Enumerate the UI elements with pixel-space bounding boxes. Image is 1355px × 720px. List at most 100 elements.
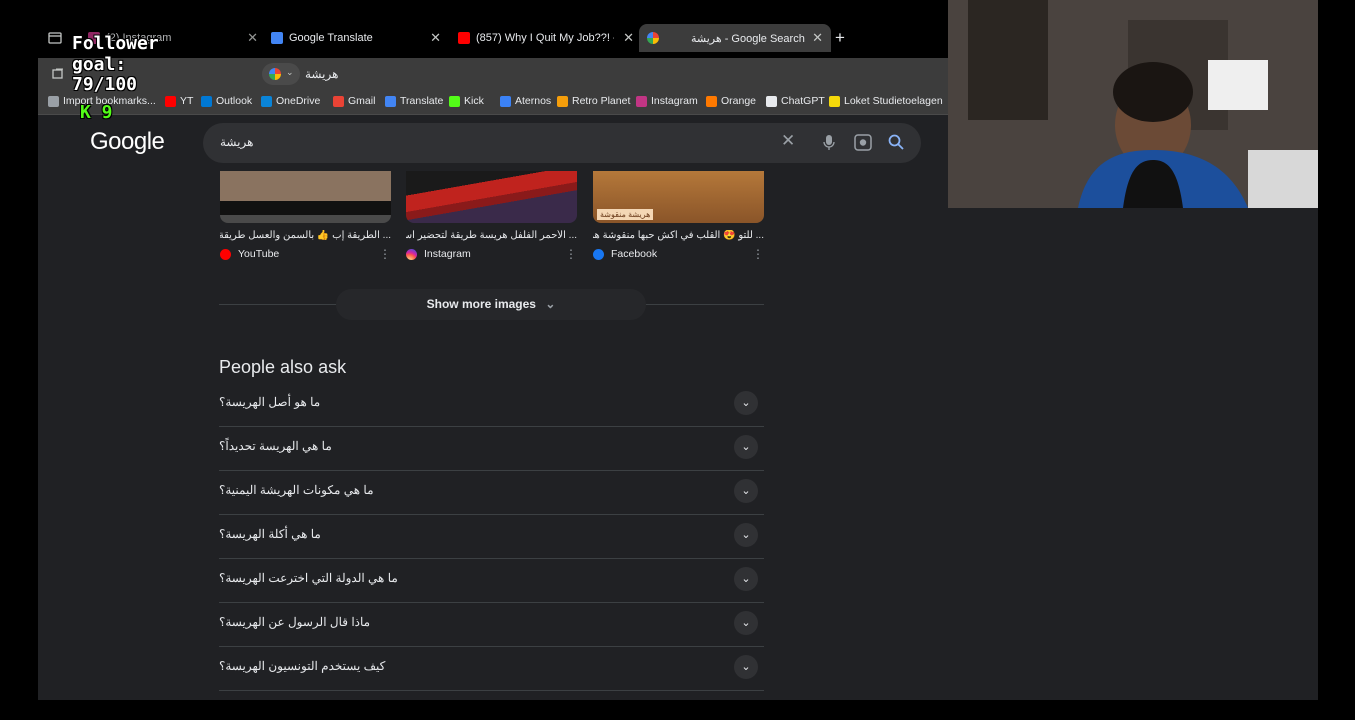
webcam-image	[948, 0, 1318, 208]
search-engine-chip[interactable]: ⌄	[262, 63, 300, 85]
google-icon	[269, 68, 281, 80]
bookmark-item[interactable]: Orange	[706, 95, 756, 107]
paa-question-row[interactable]: ما هي الدولة التي اخترعت الهريسة؟ ⌄	[219, 558, 764, 603]
bookmark-icon	[706, 95, 717, 107]
chevron-down-icon[interactable]: ⌄	[734, 435, 758, 459]
image-caption[interactable]: ... الأحمر الفلفل هريسة طريقة لتحضير أسر…	[406, 230, 577, 241]
bookmark-label: YT	[180, 95, 194, 107]
image-source: Facebook	[611, 248, 658, 260]
chevron-down-icon[interactable]: ⌄	[734, 567, 758, 591]
image-result[interactable]: ... الطريقة إب 👍 بالسمن والعسل طريقة هري…	[220, 171, 391, 261]
tab-label: هريشة - Google Search	[691, 32, 805, 45]
bookmark-item[interactable]: Gmail	[333, 95, 375, 107]
bookmark-icon	[333, 95, 344, 107]
paa-question: ماذا قال الرسول عن الهريسة؟	[219, 615, 371, 629]
bookmark-icon	[385, 95, 396, 107]
image-caption[interactable]: ... الطريقة إب 👍 بالسمن والعسل طريقة هري…	[220, 230, 391, 241]
bookmark-icon	[766, 95, 777, 107]
bookmark-item[interactable]: Instagram	[636, 95, 698, 107]
google-logo[interactable]: Google	[90, 128, 165, 156]
tab-google-search[interactable]: هريشة - Google Search ✕	[639, 24, 831, 52]
bookmark-icon	[165, 95, 176, 107]
address-input[interactable]: هريشة	[305, 67, 338, 81]
youtube-icon	[458, 32, 470, 44]
image-thumbnail[interactable]	[220, 171, 391, 223]
close-icon[interactable]: ✕	[812, 30, 823, 46]
search-icon[interactable]	[888, 134, 904, 150]
paa-question-row[interactable]: ماذا قال الرسول عن الهريسة؟ ⌄	[219, 602, 764, 647]
bookmark-item[interactable]: ChatGPT	[766, 95, 825, 107]
show-more-images-button[interactable]: Show more images ⌄	[336, 289, 646, 320]
bookmark-label: Kick	[464, 95, 484, 107]
facebook-icon	[593, 248, 604, 260]
bookmark-item[interactable]: OneDrive	[261, 95, 320, 107]
search-results: ... الطريقة إب 👍 بالسمن والعسل طريقة هري…	[38, 171, 948, 700]
bookmark-label: Retro Planet	[572, 95, 631, 107]
paa-question-row[interactable]: ما هي مكونات الهريشة اليمنية؟ ⌄	[219, 470, 764, 515]
follower-goal-label: goal:	[72, 54, 127, 75]
bookmark-item[interactable]: Loket Studietoelagen	[829, 95, 943, 107]
paa-question-row[interactable]: ما هي الهريسة تحديداً؟ ⌄	[219, 426, 764, 471]
chevron-down-icon: ⌄	[545, 297, 556, 311]
chevron-down-icon[interactable]: ⌄	[734, 611, 758, 635]
tab-bar: (2) Instagram ✕ Google Translate ✕ (857)…	[38, 18, 948, 58]
bookmark-icon	[449, 95, 460, 107]
paa-question-row[interactable]: ما هو أصل الهريسة؟ ⌄	[219, 382, 764, 427]
window-icon[interactable]	[52, 68, 64, 79]
tab-search-icon[interactable]	[48, 32, 62, 44]
close-icon[interactable]: ✕	[430, 30, 441, 46]
close-icon[interactable]: ✕	[623, 30, 634, 46]
bookmark-label: OneDrive	[276, 95, 321, 107]
search-input[interactable]: هريشة	[220, 135, 253, 149]
chevron-down-icon[interactable]: ⌄	[734, 655, 758, 679]
paa-question: ما هو أصل الهريسة؟	[219, 395, 321, 409]
bookmark-item[interactable]: Aternos	[500, 95, 551, 107]
more-options-icon[interactable]: ⋮	[379, 247, 391, 261]
bookmarks-bar: Import bookmarks... YT Outlook OneDrive Gmai…	[38, 90, 948, 115]
more-options-icon[interactable]: ⋮	[752, 247, 764, 261]
bookmark-label: Gmail	[348, 95, 376, 107]
tab-label: Google Translate	[289, 32, 373, 44]
image-result[interactable]: هريشة منقوشة ... للتو 😍 القلب في أكش حبه…	[593, 171, 764, 261]
paa-question-row[interactable]: ما هي أكلة الهريسة؟ ⌄	[219, 514, 764, 559]
bookmark-label: Loket Studietoelagen	[844, 95, 943, 107]
bookmark-item[interactable]: Translate	[385, 95, 443, 107]
image-thumbnail[interactable]	[406, 171, 577, 223]
stream-background	[948, 208, 1318, 700]
bookmark-label: Outlook	[216, 95, 253, 107]
paa-question: ما هي الدولة التي اخترعت الهريسة؟	[219, 571, 398, 585]
follower-goal-count: 79/100	[72, 74, 138, 95]
paa-question-row[interactable]: كيف يستخدم التونسيون الهريسة؟ ⌄	[219, 646, 764, 691]
bookmark-icon	[636, 95, 647, 107]
search-header: Google هريشة ✕	[38, 115, 948, 171]
chevron-down-icon[interactable]: ⌄	[734, 479, 758, 503]
tab-youtube[interactable]: (857) Why I Quit My Job??! - YouTube ✕	[452, 24, 636, 52]
image-caption[interactable]: ... للتو 😍 القلب في أكش حبها منقوشة هريش…	[593, 230, 764, 241]
tab-google-translate[interactable]: Google Translate ✕	[265, 24, 449, 52]
bookmark-item[interactable]: Outlook	[201, 95, 252, 107]
camera-lens-icon[interactable]	[854, 134, 872, 151]
chevron-down-icon[interactable]: ⌄	[734, 523, 758, 547]
instagram-icon	[406, 248, 417, 260]
thumbnail-tag: هريشة منقوشة	[597, 209, 654, 220]
paa-question: كيف يستخدم التونسيون الهريسة؟	[219, 659, 386, 673]
microphone-icon[interactable]	[823, 134, 835, 151]
new-tab-button[interactable]: +	[835, 28, 845, 48]
image-result[interactable]: ... الأحمر الفلفل هريسة طريقة لتحضير أسر…	[406, 171, 577, 261]
bookmark-label: Instagram	[651, 95, 698, 107]
close-icon[interactable]: ✕	[247, 30, 258, 46]
follower-goal-label: Follower	[72, 33, 159, 54]
bookmark-label: ChatGPT	[781, 95, 825, 107]
search-box[interactable]: هريشة ✕	[203, 123, 921, 163]
bookmark-item[interactable]: Kick	[449, 95, 484, 107]
chevron-down-icon[interactable]: ⌄	[734, 391, 758, 415]
paa-question: ما هي مكونات الهريشة اليمنية؟	[219, 483, 374, 497]
paa-question: ما هي الهريسة تحديداً؟	[219, 439, 332, 453]
image-thumbnail[interactable]: هريشة منقوشة	[593, 171, 764, 223]
tab-label: (857) Why I Quit My Job??! - YouTube	[476, 32, 614, 44]
more-options-icon[interactable]: ⋮	[565, 247, 577, 261]
people-also-ask-title: People also ask	[219, 357, 347, 377]
clear-icon[interactable]: ✕	[781, 131, 795, 151]
bookmark-item[interactable]: YT	[165, 95, 193, 107]
bookmark-item[interactable]: Retro Planet	[557, 95, 630, 107]
